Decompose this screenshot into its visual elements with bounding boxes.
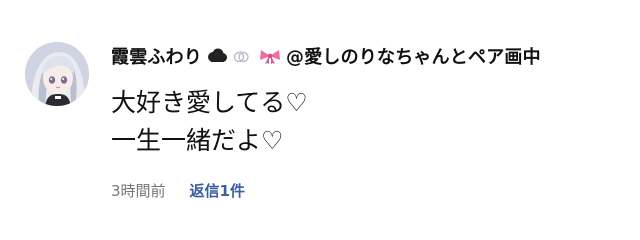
comment-item: 霞雲ふわり @愛しのりなちゃんとペア画中 大好き愛してる♡ 一生一緒だよ♡ 3時… [0, 0, 640, 240]
ribbon-icon [258, 48, 282, 64]
username-row: 霞雲ふわり @愛しのりなちゃんとペア画中 [111, 42, 624, 70]
comment-meta: 3時間前 返信1件 [111, 178, 624, 202]
timestamp: 3時間前 [111, 181, 166, 200]
comment-text: 大好き愛してる♡ 一生一緒だよ♡ [111, 84, 624, 160]
avatar-image [25, 42, 89, 106]
view-replies-link[interactable]: 返信1件 [190, 180, 245, 201]
comment-line: 大好き愛してる♡ [111, 88, 308, 117]
comment-line: 一生一緒だよ♡ [111, 126, 284, 155]
username-suffix: @愛しのりなちゃんとペア画中 [286, 47, 541, 68]
username[interactable]: 霞雲ふわり [111, 43, 202, 69]
cloud-icon [206, 48, 228, 64]
comment-body: 霞雲ふわり @愛しのりなちゃんとペア画中 大好き愛してる♡ 一生一緒だよ♡ 3時… [111, 42, 624, 202]
rings-icon [232, 48, 250, 64]
avatar[interactable] [25, 42, 89, 106]
